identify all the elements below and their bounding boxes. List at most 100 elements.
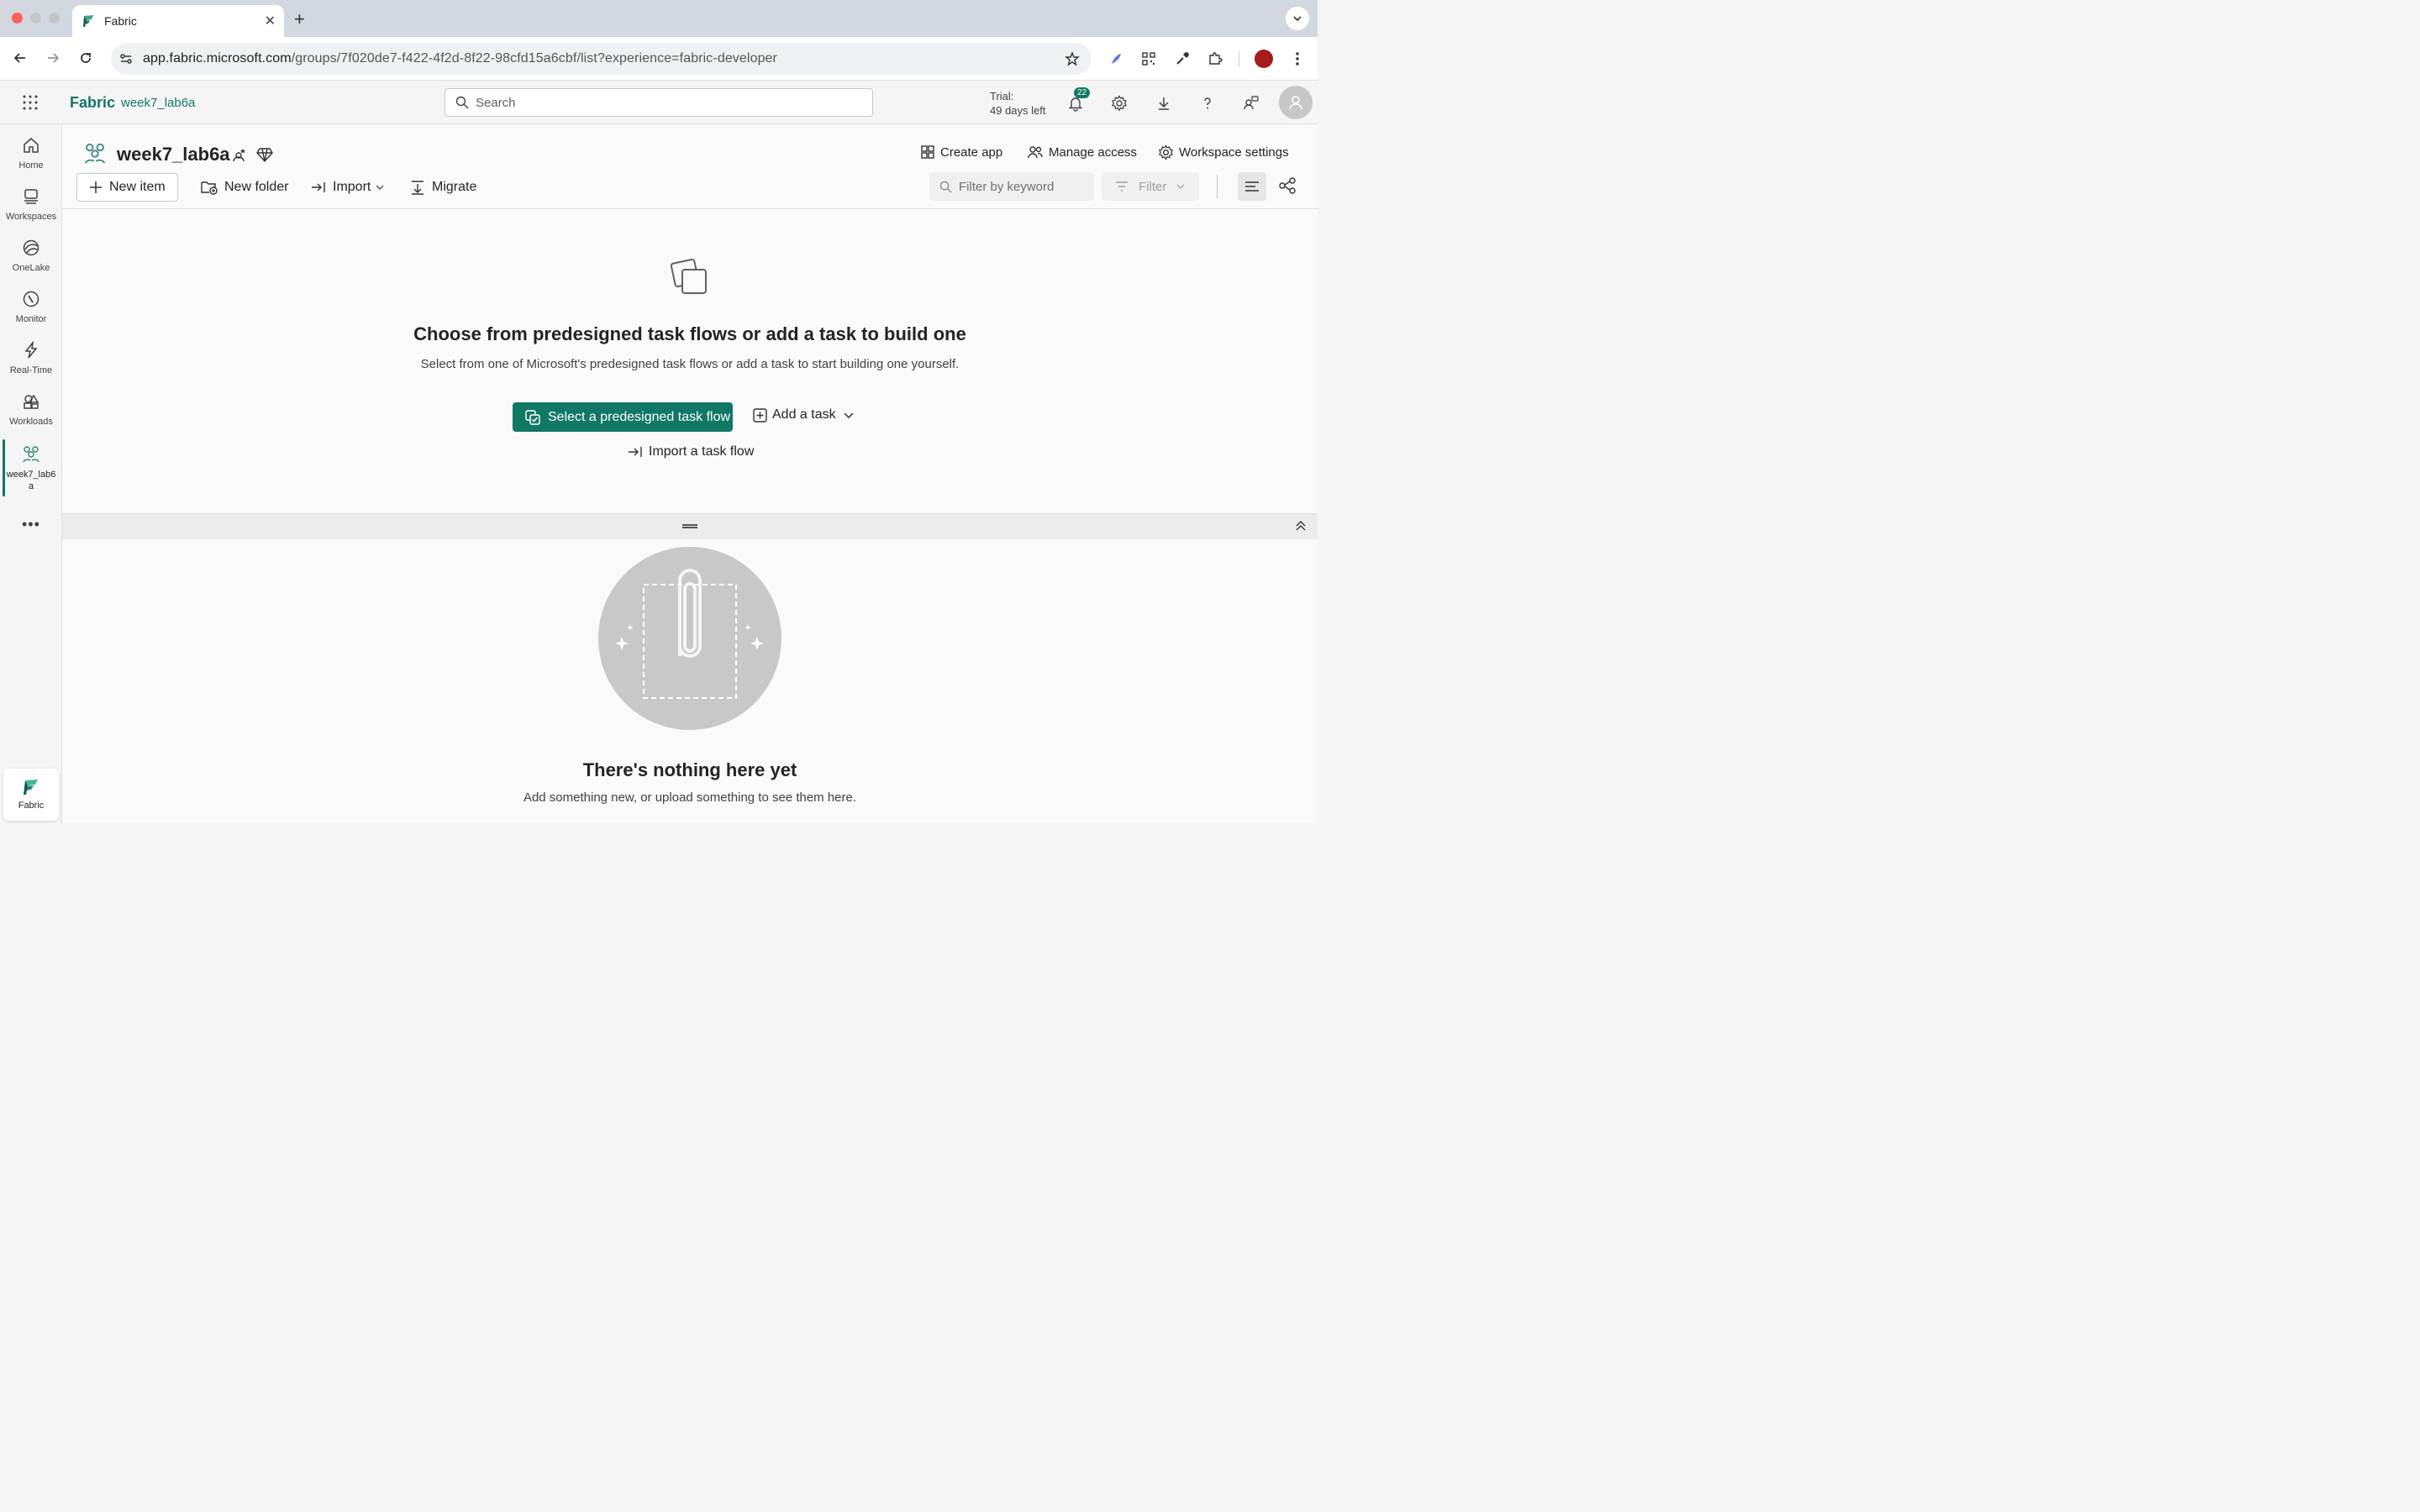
task-flow-subtitle: Select from one of Microsoft's predesign… [420, 357, 960, 371]
migrate-button[interactable]: Migrate [410, 173, 476, 202]
chevron-down-icon [1293, 16, 1302, 22]
eyedropper-icon[interactable] [1172, 49, 1192, 69]
monitor-icon [20, 288, 42, 310]
rail-item-onelake[interactable]: OneLake [0, 230, 62, 281]
task-flow-title: Choose from predesigned task flows or ad… [413, 323, 966, 344]
url-path: /groups/7f020de7-f422-4f2d-8f22-98cfd15a… [291, 51, 777, 66]
toolbar-divider [1217, 175, 1218, 198]
people-icon [1028, 146, 1043, 159]
left-nav-rail: Home Workspaces OneLake Monitor Real-Tim… [0, 124, 62, 823]
rail-item-week7-lab6a[interactable]: week7_lab6a [0, 437, 62, 497]
people-feedback-icon [1244, 96, 1259, 110]
add-task-button[interactable]: Add a task [753, 407, 855, 423]
search-placeholder: Search [476, 95, 516, 110]
feather-extension-icon[interactable] [1106, 49, 1126, 69]
more-options-icon[interactable]: ••• [22, 516, 40, 533]
rail-item-workspaces[interactable]: Workspaces [0, 179, 62, 229]
new-folder-label: New folder [224, 180, 289, 194]
paperclip-icon [615, 569, 764, 699]
trial-status[interactable]: Trial: 49 days left [990, 89, 1046, 118]
filter-label: Filter [1139, 179, 1167, 194]
qr-code-icon[interactable] [1139, 49, 1159, 69]
url-host: app.fabric.microsoft.com [143, 51, 292, 66]
workspace-icon [84, 143, 106, 164]
help-button[interactable] [1197, 92, 1218, 114]
zoom-window-button[interactable] [49, 13, 60, 24]
browser-menu-icon[interactable] [1287, 49, 1307, 69]
create-app-button[interactable]: Create app [920, 144, 1002, 160]
browser-toolbar: app.fabric.microsoft.com/groups/7f020de7… [0, 37, 1318, 81]
drag-handle-icon[interactable] [682, 524, 697, 528]
workspace-settings-label: Workspace settings [1179, 145, 1289, 160]
address-bar[interactable]: app.fabric.microsoft.com/groups/7f020de7… [111, 43, 1092, 75]
select-task-flow-button[interactable]: Select a predesigned task flow [513, 402, 733, 432]
new-item-button[interactable]: New item [76, 173, 178, 202]
rail-item-workloads[interactable]: Workloads [0, 384, 62, 434]
workspace-settings-button[interactable]: Workspace settings [1158, 144, 1289, 160]
filter-keyword-input[interactable]: Filter by keyword [929, 172, 1094, 201]
empty-state-title: There's nothing here yet [582, 759, 797, 780]
close-tab-icon[interactable]: ✕ [265, 13, 276, 29]
arrow-left-icon [13, 53, 25, 63]
import-label: Import [333, 180, 371, 194]
account-avatar[interactable] [1279, 86, 1313, 119]
rail-label: Monitor [15, 314, 47, 324]
list-view-icon [1245, 181, 1259, 192]
filter-keyword-placeholder: Filter by keyword [959, 179, 1055, 194]
gear-icon [1112, 95, 1127, 112]
settings-button[interactable] [1108, 92, 1130, 114]
plus-icon [90, 181, 102, 193]
import-button[interactable]: Import [311, 173, 384, 202]
back-button[interactable] [9, 47, 31, 69]
profile-avatar[interactable] [1254, 49, 1274, 69]
rail-label: Workspaces [5, 212, 57, 222]
download-button[interactable] [1153, 92, 1175, 114]
breadcrumb-workspace[interactable]: week7_lab6a [121, 96, 195, 110]
collapse-up-icon[interactable] [1294, 519, 1307, 533]
empty-state-subtitle: Add something new, or upload something t… [523, 790, 857, 805]
list-view-button[interactable] [1238, 172, 1266, 201]
experience-switcher[interactable]: Fabric [3, 769, 59, 821]
gear-icon [1159, 144, 1173, 160]
manage-access-button[interactable]: Manage access [1027, 144, 1137, 160]
site-settings-icon[interactable] [118, 51, 134, 66]
feedback-button[interactable] [1240, 92, 1262, 114]
rail-item-real-time[interactable]: Real-Time [0, 333, 62, 383]
brand-name[interactable]: Fabric [70, 94, 115, 112]
reload-button[interactable] [75, 47, 97, 69]
workloads-icon [20, 391, 42, 412]
rail-item-monitor[interactable]: Monitor [0, 281, 62, 332]
new-folder-button[interactable]: New folder [201, 173, 288, 202]
filter-dropdown[interactable]: Filter [1102, 172, 1199, 201]
task-flow-icon [671, 258, 707, 294]
bookmark-star-icon[interactable] [1065, 51, 1080, 66]
manage-access-label: Manage access [1049, 144, 1138, 160]
new-tab-button[interactable]: + [294, 8, 305, 30]
url-text: app.fabric.microsoft.com/groups/7f020de7… [143, 51, 777, 66]
import-task-flow-button[interactable]: Import a task flow [627, 444, 754, 459]
experience-label: Fabric [18, 801, 45, 811]
rail-label: Workloads [9, 417, 53, 427]
tab-search-button[interactable] [1286, 7, 1309, 30]
notification-count-badge: 22 [1074, 87, 1091, 98]
panel-splitter[interactable] [62, 514, 1318, 539]
close-window-button[interactable] [12, 13, 23, 24]
extensions-puzzle-icon[interactable] [1205, 49, 1225, 69]
add-task-label: Add a task [772, 407, 836, 422]
reload-icon [81, 53, 91, 63]
app-launcher-icon[interactable] [22, 94, 39, 111]
minimize-window-button[interactable] [30, 13, 41, 24]
chevron-down-icon [376, 185, 384, 190]
rail-item-home[interactable]: Home [0, 128, 62, 178]
onelake-icon [20, 237, 42, 259]
fabric-logo-icon [24, 780, 38, 795]
workspace-identity-icon[interactable] [231, 146, 248, 163]
forward-button[interactable] [42, 47, 64, 69]
browser-tab-fabric[interactable]: Fabric ✕ [72, 5, 284, 37]
browser-tab-strip: Fabric ✕ + [0, 0, 1318, 37]
workspace-header: week7_lab6a Create app Manage access Wor… [62, 124, 1318, 209]
premium-diamond-icon[interactable] [256, 146, 273, 163]
fabric-favicon-icon [83, 15, 93, 27]
search-input[interactable]: Search [445, 88, 873, 117]
lineage-view-button[interactable] [1278, 176, 1297, 199]
